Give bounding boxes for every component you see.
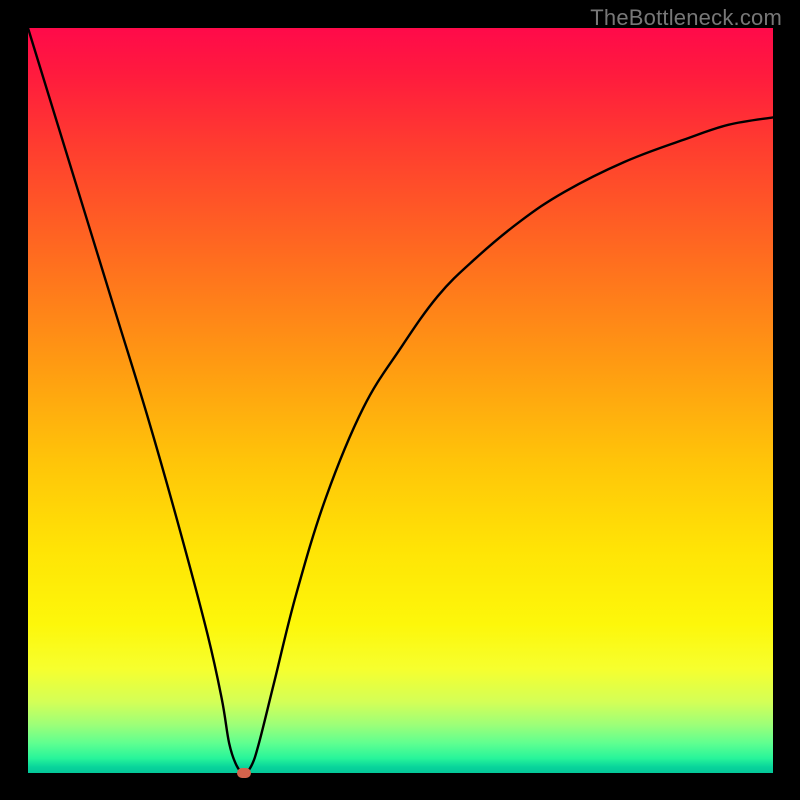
curve-svg	[28, 28, 773, 773]
plot-area	[28, 28, 773, 773]
curve-minimum-marker	[237, 768, 251, 778]
curve-path	[28, 28, 773, 773]
chart-stage: TheBottleneck.com	[0, 0, 800, 800]
